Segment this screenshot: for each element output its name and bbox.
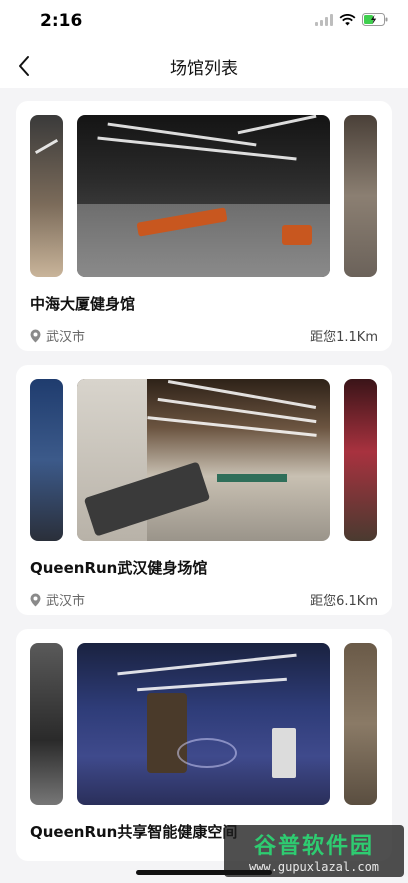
location-pin-icon [30,593,41,606]
venue-city: 武汉市 [46,594,86,609]
venue-image[interactable] [77,115,330,277]
venue-name: QueenRun武汉健身场馆 [30,559,208,577]
cellular-signal-icon [315,13,333,26]
home-indicator[interactable] [136,870,272,875]
venue-image-carousel[interactable] [30,379,378,541]
venue-location: 武汉市 [30,590,85,609]
chevron-left-icon [19,56,29,76]
venue-distance: 距您1.1Km [310,330,378,345]
venue-distance: 距您6.1Km [310,594,378,609]
venue-list: 中海大厦健身馆 武汉市 距您1.1Km QueenRun武汉健身场馆 武汉市 距… [0,88,408,861]
watermark-title: 谷普软件园 [253,834,374,859]
venue-image-carousel[interactable] [30,643,378,805]
back-button[interactable] [10,52,38,80]
venue-image-previous[interactable] [30,379,63,541]
status-bar: 2:16 [0,0,408,44]
venue-city: 武汉市 [46,330,86,345]
venue-image-carousel[interactable] [30,115,378,277]
venue-image-previous[interactable] [30,115,63,277]
venue-image[interactable] [77,379,330,541]
page-title: 场馆列表 [170,58,238,79]
venue-meta: 武汉市 距您1.1Km [30,326,378,345]
venue-card[interactable]: QueenRun武汉健身场馆 武汉市 距您6.1Km [16,365,392,615]
venue-name: 中海大厦健身馆 [30,295,136,313]
venue-image-previous[interactable] [30,643,63,805]
venue-image-next[interactable] [344,379,377,541]
wifi-icon [339,13,356,25]
venue-location: 武汉市 [30,326,85,345]
status-icons [315,13,388,26]
location-pin-icon [30,329,41,342]
venue-image[interactable] [77,643,330,805]
status-time: 2:16 [40,11,83,31]
venue-image-next[interactable] [344,643,377,805]
navigation-bar: 场馆列表 [0,44,408,88]
battery-charging-icon [362,13,388,26]
venue-meta: 武汉市 距您6.1Km [30,590,378,609]
venue-image-next[interactable] [344,115,377,277]
venue-card[interactable]: 中海大厦健身馆 武汉市 距您1.1Km [16,101,392,351]
